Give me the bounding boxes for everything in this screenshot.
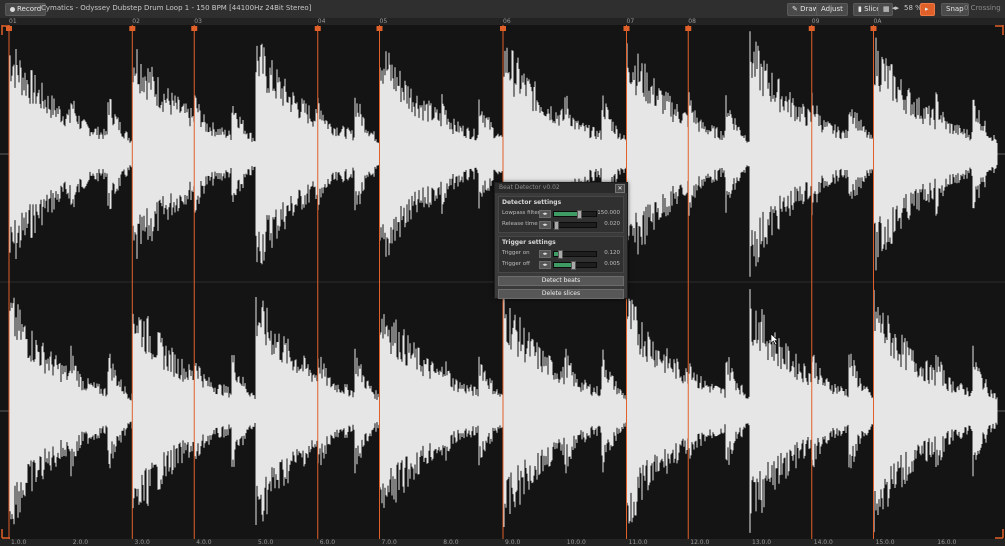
- trigger-on-spinner[interactable]: ◂▸: [539, 250, 551, 258]
- detector-settings-group: Detector settings Lowpass filter ◂▸ 150.…: [498, 196, 624, 233]
- slice-number-label: 03: [194, 18, 202, 25]
- adjust-button[interactable]: Adjust: [816, 3, 848, 16]
- lowpass-row: Lowpass filter ◂▸ 150.000: [502, 208, 620, 219]
- slice-number-label: 09: [811, 18, 820, 25]
- record-button[interactable]: Record: [5, 3, 47, 16]
- lowpass-slider-fill: [554, 212, 580, 216]
- timeline-label: 11.0.0: [628, 539, 648, 546]
- slice-marker-handle[interactable]: [191, 26, 198, 31]
- slice-number-label: 08: [688, 18, 696, 25]
- lowpass-slider-handle[interactable]: [577, 210, 583, 219]
- slice-number-label: 01: [9, 18, 17, 25]
- slice-icon: ▮: [858, 5, 862, 13]
- timeline-label: 6.0.0: [319, 539, 336, 546]
- detector-settings-heading: Detector settings: [502, 199, 562, 206]
- trigger-on-slider[interactable]: [553, 250, 597, 259]
- trigger-off-spinner[interactable]: ◂▸: [539, 261, 551, 269]
- loop-end-bottom-bracket: [995, 529, 1004, 539]
- trigger-settings-group: Trigger settings Trigger on ◂▸ 0.120 Tri…: [498, 236, 624, 273]
- release-slider-handle[interactable]: [554, 221, 560, 230]
- trigger-on-row: Trigger on ◂▸ 0.120: [502, 248, 620, 259]
- slice-number-label: 06: [503, 18, 511, 25]
- loop-icon[interactable]: ▸: [920, 3, 935, 16]
- lowpass-value: 150.000: [597, 210, 620, 216]
- slice-number-label: 05: [379, 18, 388, 25]
- slice-number-label: 0A: [873, 18, 882, 25]
- dialog-title: Beat Detector v0.02: [499, 184, 560, 191]
- timeline-label: 13.0.0: [752, 539, 772, 546]
- loop-end-bracket: [995, 25, 1004, 35]
- zoom-arrows-icon[interactable]: ◂▸: [892, 4, 899, 12]
- timeline-label: 2.0.0: [72, 539, 89, 546]
- timeline-label: 7.0.0: [381, 539, 397, 546]
- close-icon[interactable]: ✕: [615, 184, 625, 193]
- release-value: 0.020: [604, 221, 620, 227]
- timeline-label: 9.0.0: [505, 539, 521, 546]
- timeline-label: 16.0.0: [937, 539, 957, 546]
- slice-marker-handle[interactable]: [376, 26, 383, 31]
- slice-marker-handle[interactable]: [808, 26, 815, 31]
- slice-marker-handle[interactable]: [129, 26, 136, 31]
- trigger-off-row: Trigger off ◂▸ 0.005: [502, 259, 620, 270]
- toolbar: Record Cymatics - Odyssey Dubstep Drum L…: [0, 0, 1005, 19]
- timeline-label: 14.0.0: [813, 539, 833, 546]
- slice-marker-handle[interactable]: [500, 26, 506, 31]
- zero-crossing-toggle[interactable]: 0 Crossing: [964, 4, 1001, 12]
- timeline-label: 15.0.0: [875, 539, 895, 546]
- trigger-off-slider[interactable]: [553, 261, 597, 270]
- slice-marker-handle[interactable]: [314, 26, 321, 31]
- beat-detector-dialog: Beat Detector v0.02 ✕ Detector settings …: [494, 182, 628, 299]
- slice-number-label: 02: [132, 18, 140, 25]
- timeline-label: 5.0.0: [258, 539, 274, 546]
- slice-marker-handle[interactable]: [870, 26, 877, 31]
- lowpass-slider[interactable]: [553, 210, 597, 219]
- slice-number-label: 07: [626, 18, 635, 25]
- record-icon: [10, 6, 15, 12]
- release-spinner[interactable]: ◂▸: [539, 221, 551, 229]
- slice-marker-handle[interactable]: [623, 26, 630, 31]
- grid-icon[interactable]: ▦: [878, 3, 893, 16]
- timeline-label: 8.0.0: [443, 539, 459, 546]
- timeline-label: 12.0.0: [690, 539, 710, 546]
- lowpass-label: Lowpass filter: [502, 210, 540, 216]
- trigger-on-label: Trigger on: [502, 250, 530, 256]
- pencil-icon: ✎: [792, 5, 798, 13]
- trigger-off-label: Trigger off: [502, 261, 530, 267]
- release-slider[interactable]: [553, 221, 597, 230]
- timeline-label: 10.0.0: [566, 539, 586, 546]
- lowpass-spinner[interactable]: ◂▸: [539, 210, 551, 218]
- file-title: Cymatics - Odyssey Dubstep Drum Loop 1 -…: [41, 4, 312, 12]
- trigger-off-slider-handle[interactable]: [570, 261, 576, 270]
- trigger-off-value: 0.005: [604, 261, 620, 267]
- mouse-cursor-icon: [771, 334, 779, 345]
- trigger-on-value: 0.120: [604, 250, 620, 256]
- timeline-label: 1.0.0: [11, 539, 27, 546]
- release-row: Release time ◂▸ 0.020: [502, 219, 620, 230]
- trigger-settings-heading: Trigger settings: [502, 239, 556, 246]
- detect-beats-button[interactable]: Detect beats: [498, 276, 624, 286]
- timeline-label: 4.0.0: [196, 539, 212, 546]
- bottom-timeline: 1.0.0 2.0.0 3.0.0 4.0.0 5.0.0 6.0.0 7.0.0 8.0.0…: [0, 539, 1005, 546]
- slice-number-label: 04: [317, 18, 326, 25]
- trigger-on-slider-handle[interactable]: [558, 250, 564, 259]
- release-label: Release time: [502, 221, 538, 227]
- slice-marker-handle[interactable]: [685, 26, 692, 31]
- slice-ruler: 01 02 03 04 05 06 07 08 09 0A: [0, 18, 1005, 25]
- timeline-label: 3.0.0: [134, 539, 150, 546]
- delete-slices-button[interactable]: Delete slices: [498, 289, 624, 299]
- dialog-titlebar: Beat Detector v0.02 ✕: [495, 183, 627, 193]
